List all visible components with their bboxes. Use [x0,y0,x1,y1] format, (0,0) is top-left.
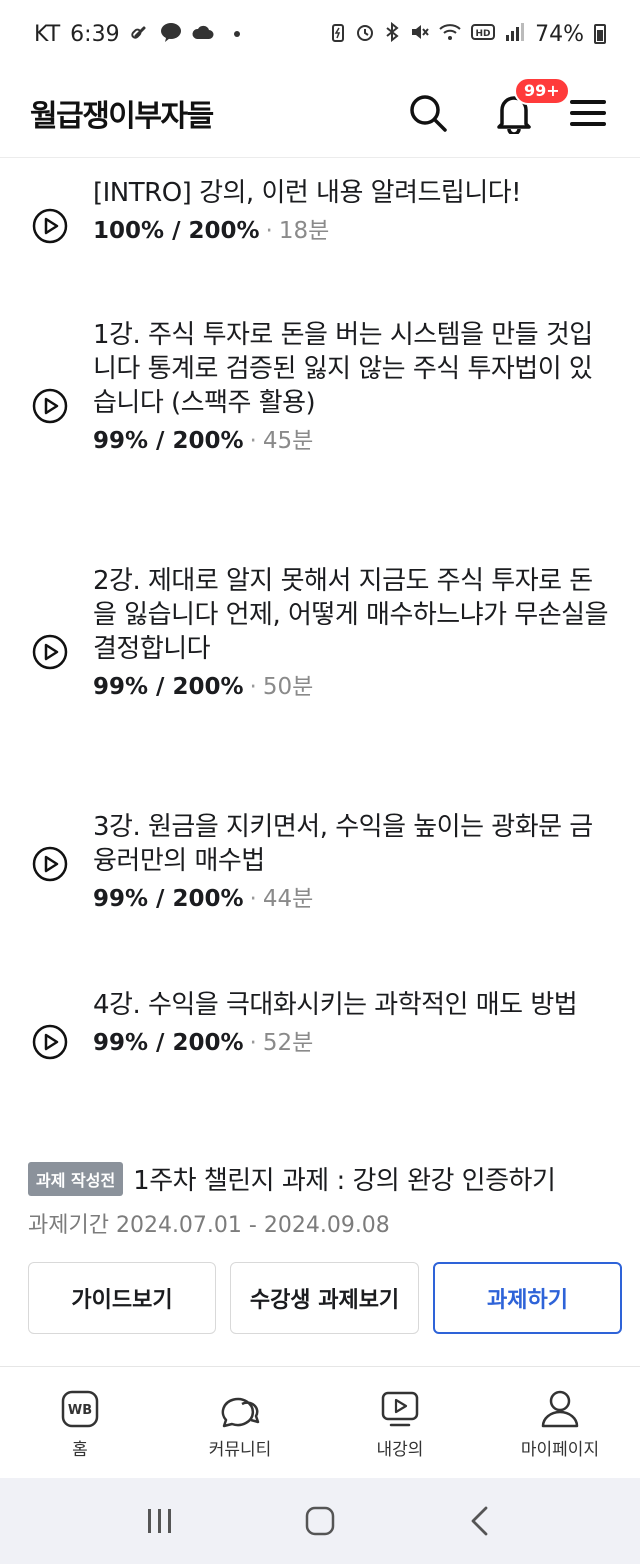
lecture-meta: 99% / 200% · 52분 [93,1028,613,1058]
carrier-label: KT [34,21,61,47]
notification-badge: 99+ [514,76,570,105]
battery-saver-icon [331,22,345,47]
person-icon [540,1389,580,1429]
assignment-period: 과제기간 2024.07.01 - 2024.09.08 [28,1213,390,1238]
clock: 6:39 [70,21,120,47]
cloud-icon [192,24,214,45]
lecture-title: 1강. 주식 투자로 돈을 버는 시스템을 만들 것입니다 통계로 검증된 잃지… [93,320,593,418]
lecture-progress: 99% / 200% [93,886,244,912]
do-assignment-button[interactable]: 과제하기 [433,1262,622,1334]
svg-text:WB: WB [68,1403,92,1418]
app-logo[interactable]: 월급쟁이부자들 [30,91,214,135]
lecture-title: [INTRO] 강의, 이런 내용 알려드립니다! [93,178,522,208]
lecture-title: 2강. 제대로 알지 못해서 지금도 주식 투자로 돈을 잃습니다 언제, 어떻… [93,566,609,664]
notification-dot [233,31,240,37]
menu-button[interactable] [566,91,610,135]
meta-separator: · [249,428,257,454]
link-icon [130,22,150,47]
nav-label: 커뮤니티 [208,1440,272,1460]
peer-assignments-button[interactable]: 수강생 과제보기 [230,1262,419,1334]
lecture-meta: 99% / 200% · 50분 [93,672,613,702]
video-play-icon [380,1389,420,1429]
app-header: 월급쟁이부자들 99+ [0,68,640,158]
lecture-body: 2강. 제대로 알지 못해서 지금도 주식 투자로 돈을 잃습니다 언제, 어떻… [93,564,613,702]
home-button[interactable] [290,1491,350,1551]
guide-button[interactable]: 가이드보기 [28,1262,216,1334]
lecture-meta: 99% / 200% · 44분 [93,884,613,914]
lecture-title: 3강. 원금을 지키면서, 수익을 높이는 광화문 금융러만의 매수법 [93,812,593,876]
wb-home-icon: WB [60,1389,100,1429]
status-right: HD 74% [331,21,606,47]
lecture-duration: 45분 [262,428,314,454]
play-circle-icon[interactable] [32,208,68,244]
lecture-duration: 18분 [278,218,330,244]
header-actions: 99+ [406,76,610,135]
battery-percent: 74% [535,21,584,47]
nav-my-page[interactable]: 마이페이지 [480,1367,640,1478]
play-circle-icon[interactable] [32,388,68,424]
hd-icon: HD [471,23,496,46]
nav-label: 내강의 [376,1440,424,1460]
nav-label: 마이페이지 [520,1440,600,1460]
lecture-body: 4강. 수익을 극대화시키는 과학적인 매도 방법 99% / 200% · 52분 [93,988,613,1058]
lecture-progress: 99% / 200% [93,428,244,454]
assignment-section: 과제 작성전 1주차 챌린지 과제 : 강의 완강 인증하기 과제기간 2024… [0,1160,640,1239]
lecture-item[interactable]: [INTRO] 강의, 이런 내용 알려드립니다! 100% / 200% · 18… [0,172,640,262]
nav-community[interactable]: 커뮤니티 [160,1367,320,1478]
play-circle-icon[interactable] [32,634,68,670]
status-bar: KT 6:39 HD 74% [0,0,640,68]
lecture-progress: 99% / 200% [93,1030,244,1056]
battery-icon [594,24,606,44]
search-icon [410,94,447,132]
lecture-item[interactable]: 2강. 제대로 알지 못해서 지금도 주식 투자로 돈을 잃습니다 언제, 어떻… [0,562,640,742]
recent-apps-icon [148,1509,171,1533]
lecture-duration: 52분 [262,1030,314,1056]
lecture-meta: 99% / 200% · 45분 [93,426,613,456]
lecture-item[interactable]: 4강. 수익을 극대화시키는 과학적인 매도 방법 99% / 200% · 52분 [0,988,640,1098]
play-circle-icon[interactable] [32,846,68,882]
mute-icon [409,22,429,47]
lecture-duration: 50분 [262,674,314,700]
lecture-item[interactable]: 3강. 원금을 지키면서, 수익을 높이는 광화문 금융러만의 매수법 99% … [0,808,640,918]
wifi-icon [439,23,461,46]
back-button[interactable] [450,1491,510,1551]
back-chevron-icon [471,1506,488,1536]
status-left: KT 6:39 [34,22,240,47]
lecture-body: 3강. 원금을 지키면서, 수익을 높이는 광화문 금융러만의 매수법 99% … [93,810,613,914]
meta-separator: · [249,1030,257,1056]
nav-my-lectures[interactable]: 내강의 [320,1367,480,1478]
svg-text:HD: HD [476,29,491,39]
notification-button[interactable]: 99+ [492,76,570,135]
lecture-meta: 100% / 200% · 18분 [93,216,613,246]
lecture-body: [INTRO] 강의, 이런 내용 알려드립니다! 100% / 200% · 18… [93,176,613,246]
nav-label: 홈 [72,1440,88,1460]
home-square-icon [305,1506,335,1536]
assignment-buttons: 가이드보기 수강생 과제보기 과제하기 [28,1262,622,1334]
assignment-header: 과제 작성전 1주차 챌린지 과제 : 강의 완강 인증하기 [28,1160,612,1197]
lecture-progress: 99% / 200% [93,674,244,700]
meta-separator: · [249,674,257,700]
lecture-title: 4강. 수익을 극대화시키는 과학적인 매도 방법 [93,990,578,1020]
signal-icon [505,22,525,46]
lecture-duration: 44분 [262,886,314,912]
bluetooth-icon [385,21,399,47]
lecture-item[interactable]: 1강. 주식 투자로 돈을 버는 시스템을 만들 것입니다 통계로 검증된 잃지… [0,316,640,496]
play-circle-icon[interactable] [32,1024,68,1060]
nav-home[interactable]: WB 홈 [0,1367,160,1478]
system-nav-bar [0,1478,640,1564]
status-badge: 과제 작성전 [28,1161,124,1196]
recent-apps-button[interactable] [130,1491,190,1551]
alarm-icon [355,22,375,47]
talk-icon [160,22,182,47]
assignment-title: 1주차 챌린지 과제 : 강의 완강 인증하기 [133,1166,556,1196]
lecture-progress: 100% / 200% [93,218,260,244]
bottom-nav: WB 홈 커뮤니티 내강의 마이페이지 [0,1366,640,1478]
meta-separator: · [265,218,273,244]
meta-separator: · [249,886,257,912]
search-button[interactable] [406,91,450,135]
hamburger-menu-icon [570,99,606,126]
chat-bubbles-icon [220,1389,260,1429]
lecture-body: 1강. 주식 투자로 돈을 버는 시스템을 만들 것입니다 통계로 검증된 잃지… [93,318,613,456]
